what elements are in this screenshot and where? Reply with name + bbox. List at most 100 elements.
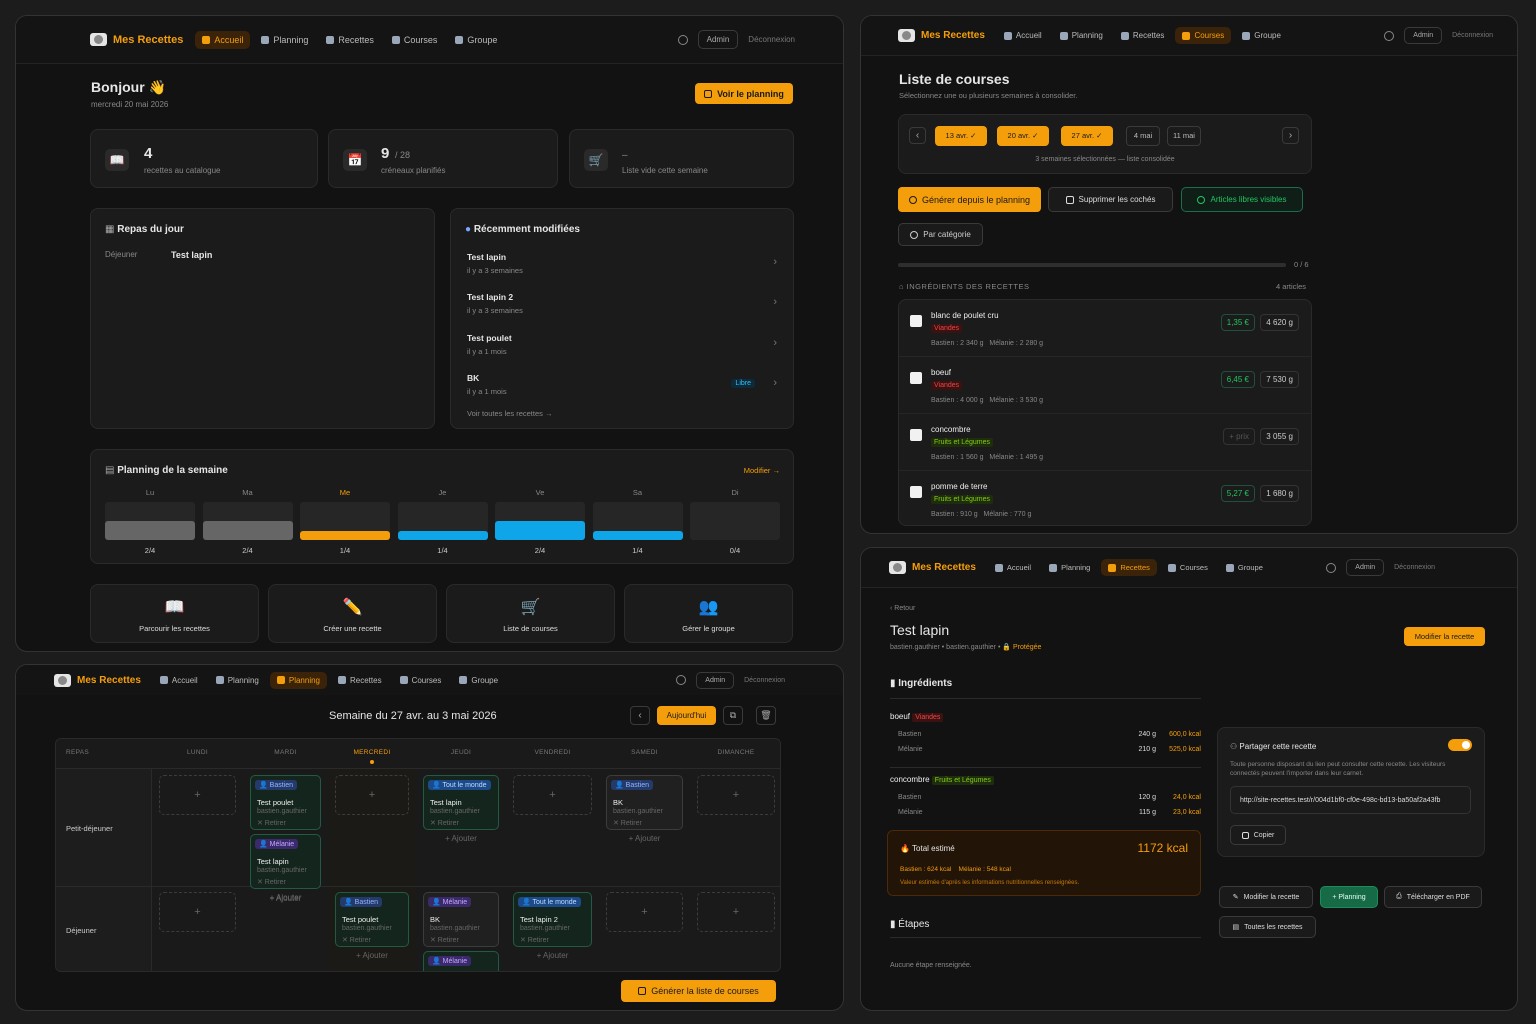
today-recipe-link[interactable]: Test lapin [171, 250, 212, 260]
nav-groupe[interactable]: Groupe [452, 672, 505, 689]
nav-planning[interactable]: Planning [209, 672, 266, 689]
quick-action-3[interactable]: 🛒 Liste de courses [446, 584, 615, 643]
add-to-planning-button[interactable]: + Planning [1320, 886, 1378, 908]
price-button[interactable]: + prix [1223, 428, 1255, 445]
admin-button[interactable]: Admin [1346, 559, 1385, 576]
remove-meal-button[interactable]: ✕ Retirer [342, 936, 371, 944]
empty-slot-add[interactable]: + [513, 775, 592, 815]
download-pdf-button[interactable]: ⎙ Télécharger en PDF [1384, 886, 1482, 908]
week-pill[interactable]: 20 avr. ✓ [997, 126, 1049, 146]
nav-courses[interactable]: Courses [393, 672, 449, 689]
day-bar-track[interactable] [690, 502, 780, 540]
empty-slot-add[interactable]: + [606, 892, 683, 932]
edit-recipe-button[interactable]: Modifier la recette [1404, 627, 1485, 646]
prev-weeks-button[interactable]: ‹ [909, 127, 926, 144]
recent-item[interactable]: BK il y a 1 mois Libre › [467, 373, 777, 403]
view-planning-button[interactable]: Voir le planning [695, 83, 793, 104]
meal-card[interactable]: 👤 Bastien BK bastien.gauthier ✕ Retirer [606, 775, 683, 830]
item-checkbox[interactable] [910, 429, 922, 441]
theme-toggle-sun-icon[interactable] [677, 34, 688, 45]
add-meal-button[interactable]: + Ajouter [513, 951, 592, 960]
quick-action-4[interactable]: 👥 Gérer le groupe [624, 584, 793, 643]
brand[interactable]: Mes Recettes [54, 673, 141, 687]
theme-toggle-sun-icon[interactable] [1326, 562, 1337, 573]
nav-recettes[interactable]: Recettes [1101, 559, 1157, 576]
item-checkbox[interactable] [910, 372, 922, 384]
remove-meal-button[interactable]: ✕ Retirer [613, 819, 642, 827]
logout-link[interactable]: Déconnexion [1394, 564, 1435, 571]
recent-item[interactable]: Test lapin il y a 3 semaines › [467, 252, 777, 282]
day-bar-track[interactable] [397, 502, 488, 540]
free-items-toggle[interactable]: Articles libres visibles [1181, 187, 1303, 212]
brand[interactable]: Mes Recettes [889, 561, 976, 574]
recent-item[interactable]: Test poulet il y a 1 mois › [467, 333, 777, 363]
logout-link[interactable]: Déconnexion [744, 677, 785, 684]
generate-from-planning-button[interactable]: Générer depuis le planning [898, 187, 1041, 212]
meal-card[interactable]: 👤 Tout le monde Test lapin bastien.gauthie… [423, 775, 499, 830]
share-toggle[interactable] [1448, 739, 1472, 751]
brand[interactable]: Mes Recettes [898, 29, 985, 42]
nav-planning[interactable]: Planning [1042, 559, 1097, 576]
edit-planning-link[interactable]: Modifier → [744, 466, 780, 475]
trash-icon[interactable]: 🗑 [756, 706, 776, 725]
today-button[interactable]: Aujourd'hui [657, 706, 716, 725]
remove-meal-button[interactable]: ✕ Retirer [430, 936, 459, 944]
nav-accueil[interactable]: Accueil [988, 559, 1038, 576]
price-button[interactable]: 1,35 € [1220, 314, 1255, 331]
empty-slot-add[interactable]: + [335, 775, 409, 815]
item-checkbox[interactable] [910, 486, 922, 498]
nav-accueil[interactable]: Accueil [997, 27, 1049, 44]
empty-slot-add[interactable]: + [697, 775, 775, 815]
nav-courses[interactable]: Courses [1161, 559, 1215, 576]
share-url-field[interactable]: http://site-recettes.test/r/004d1bf0-cf0… [1230, 786, 1471, 814]
generate-shopping-list-button[interactable]: Générer la liste de courses [621, 980, 776, 1002]
price-button[interactable]: 6,45 € [1220, 371, 1255, 388]
recent-item[interactable]: Test lapin 2 il y a 3 semaines › [467, 292, 777, 322]
day-bar-track[interactable] [105, 502, 195, 540]
brand[interactable]: Mes Recettes [90, 33, 183, 46]
edit-recipe-secondary-button[interactable]: ✎ Modifier la recette [1219, 886, 1313, 908]
nav-groupe[interactable]: Groupe [1219, 559, 1270, 576]
copy-link-button[interactable]: Copier [1230, 825, 1286, 845]
admin-button[interactable]: Admin [696, 671, 735, 689]
day-bar-track[interactable] [300, 502, 390, 540]
day-bar-track[interactable] [495, 502, 585, 540]
week-pill[interactable]: 11 mai [1167, 126, 1201, 146]
day-bar-track[interactable] [202, 502, 293, 540]
item-checkbox[interactable] [910, 315, 922, 327]
meal-card[interactable]: 👤 MélanieTest lapin 2bastien.gauthier✕ R… [423, 951, 499, 971]
meal-card[interactable]: 👤 Bastien Test poulet bastien.gauthier ✕ Re… [250, 775, 321, 830]
next-weeks-button[interactable]: › [1282, 127, 1299, 144]
nav-groupe[interactable]: Groupe [448, 31, 504, 49]
nav-planning[interactable]: Planning [254, 31, 315, 49]
nav-accueil[interactable]: Accueil [195, 30, 251, 49]
nav-courses[interactable]: Courses [385, 31, 445, 49]
add-meal-button[interactable]: + Ajouter [423, 834, 499, 843]
by-category-toggle[interactable]: Par catégorie [898, 223, 983, 246]
admin-button[interactable]: Admin [1404, 27, 1443, 44]
remove-meal-button[interactable]: ✕ Retirer [257, 878, 286, 886]
add-meal-button[interactable]: + Ajouter [335, 951, 409, 960]
theme-toggle-sun-icon[interactable] [676, 675, 687, 685]
nav-accueil[interactable]: Accueil [153, 672, 205, 689]
nav-recettes[interactable]: Recettes [1114, 27, 1172, 44]
nav-courses[interactable]: Courses [1175, 27, 1232, 44]
nav-recettes[interactable]: Recettes [319, 31, 381, 49]
week-pill[interactable]: 4 mai [1126, 126, 1160, 146]
admin-button[interactable]: Admin [697, 30, 739, 49]
empty-slot-add[interactable]: + [697, 892, 775, 932]
week-pill[interactable]: 13 avr. ✓ [935, 126, 987, 146]
delete-checked-button[interactable]: Supprimer les cochés [1048, 187, 1173, 212]
logout-link[interactable]: Déconnexion [1452, 32, 1493, 39]
remove-meal-button[interactable]: ✕ Retirer [430, 819, 459, 827]
empty-slot-add[interactable]: + [159, 775, 236, 815]
meal-card[interactable]: 👤 Bastien Test poulet bastien.gauthier ✕ Re… [335, 892, 409, 947]
nav-groupe[interactable]: Groupe [1235, 27, 1288, 44]
day-bar-track[interactable] [592, 502, 683, 540]
theme-toggle-sun-icon[interactable] [1384, 30, 1395, 41]
meal-card[interactable]: 👤 Mélanie Test lapin bastien.gauthier ✕ Ret… [250, 834, 321, 889]
empty-slot-add[interactable]: + [159, 892, 236, 932]
copy-icon[interactable]: ⧉ [723, 706, 743, 725]
add-meal-button[interactable]: + Ajouter [606, 834, 683, 843]
nav-recettes[interactable]: Recettes [331, 672, 389, 689]
